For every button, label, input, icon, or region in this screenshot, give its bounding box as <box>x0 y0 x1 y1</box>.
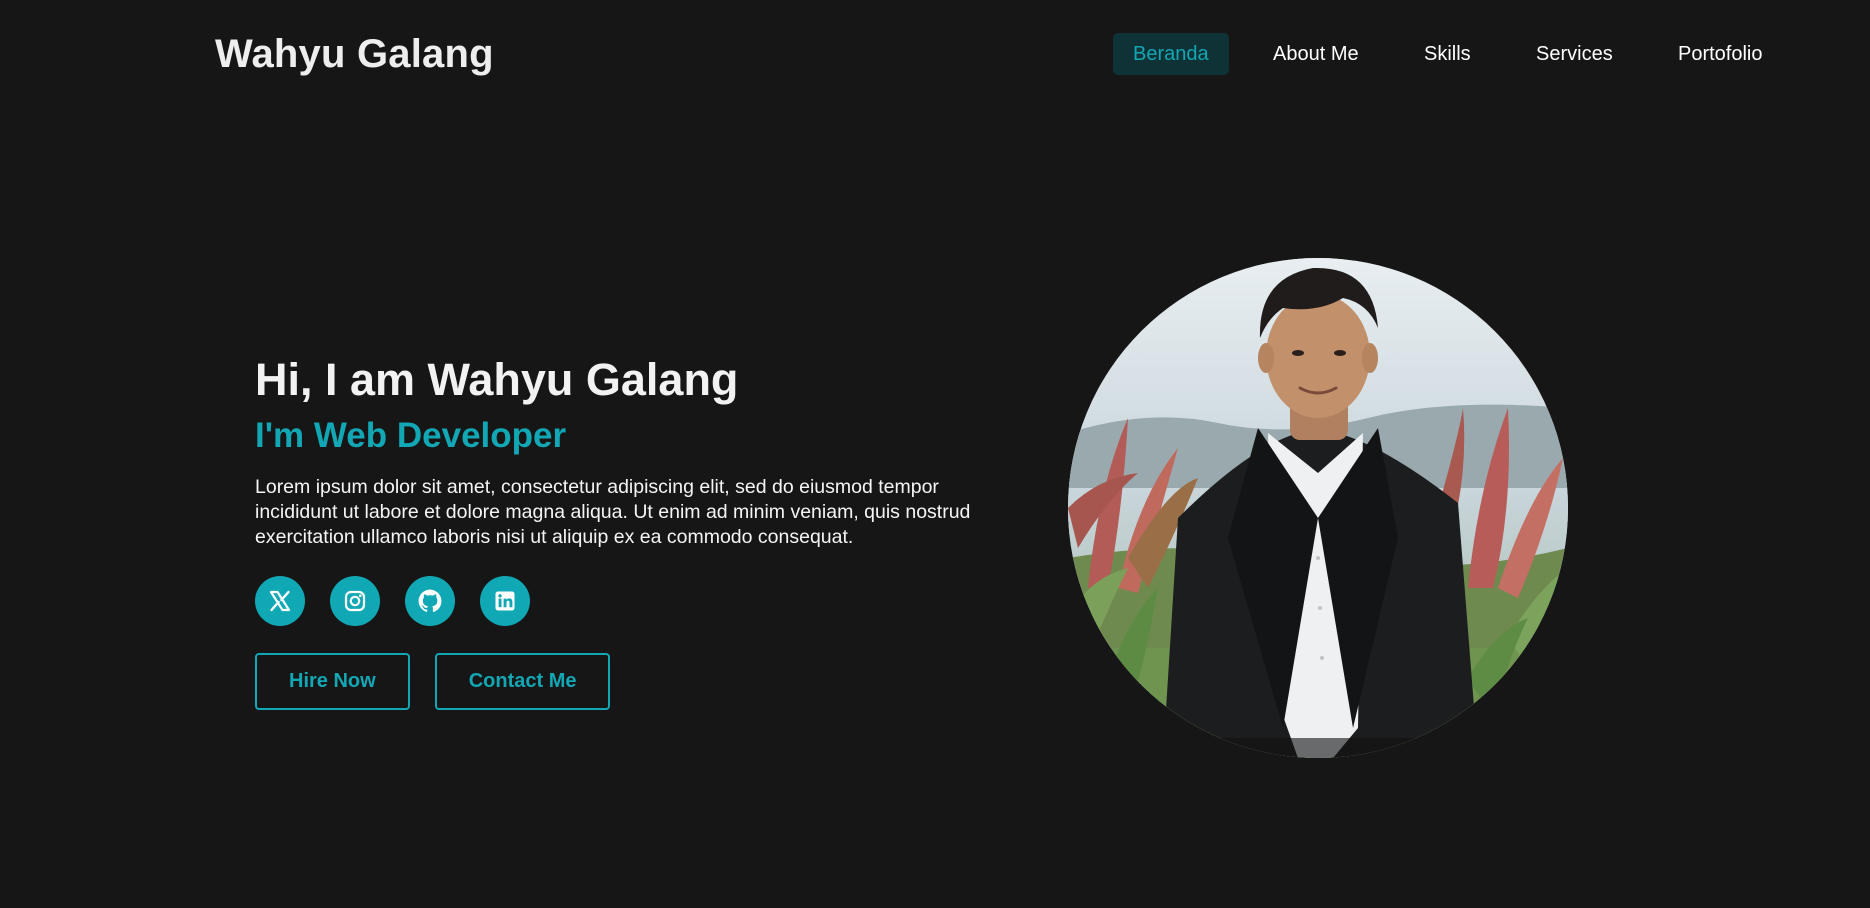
nav-item-portofolio[interactable]: Portofolio <box>1678 33 1763 75</box>
nav-item-services[interactable]: Services <box>1536 33 1613 75</box>
nav-item-beranda[interactable]: Beranda <box>1113 33 1229 75</box>
hire-now-button[interactable]: Hire Now <box>255 653 410 710</box>
hero-subtitle: I'm Web Developer <box>255 416 567 455</box>
nav-item-skills[interactable]: Skills <box>1424 33 1471 75</box>
hero-description: Lorem ipsum dolor sit amet, consectetur … <box>255 476 971 548</box>
contact-me-button[interactable]: Contact Me <box>434 653 611 710</box>
main-nav: Beranda About Me Skills Services Portofo… <box>0 33 1870 75</box>
profile-photo <box>1068 258 1568 758</box>
nav-item-about-me[interactable]: About Me <box>1273 33 1359 75</box>
x-twitter-link[interactable] <box>255 576 305 626</box>
github-link[interactable] <box>405 576 455 626</box>
instagram-link[interactable] <box>330 576 380 626</box>
profile-photo-illustration <box>1068 258 1568 758</box>
x-twitter-icon <box>269 590 291 612</box>
hero-section: Hi, I am Wahyu Galang I'm Web Developer … <box>255 352 1025 710</box>
page: Wahyu Galang Beranda About Me Skills Ser… <box>0 0 1870 908</box>
hero-actions: Hire Now Contact Me <box>255 653 1025 710</box>
linkedin-link[interactable] <box>480 576 530 626</box>
github-icon <box>418 589 442 612</box>
linkedin-icon <box>495 591 515 611</box>
social-links <box>255 576 1025 626</box>
instagram-icon <box>344 590 366 612</box>
hero-title: Hi, I am Wahyu Galang <box>255 354 739 405</box>
